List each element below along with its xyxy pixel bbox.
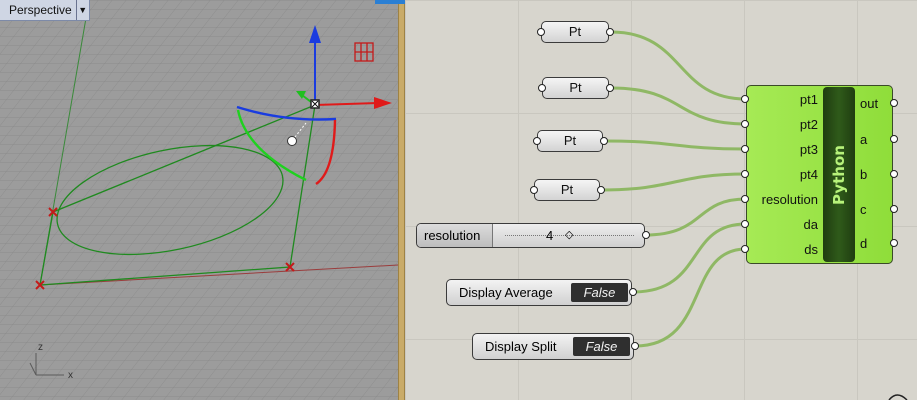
input-grip[interactable] [741,170,749,178]
toggle-value[interactable]: False [571,283,628,302]
rhino-viewport[interactable]: z x Perspective ▼ [0,0,398,400]
slider-value: 4 [546,228,554,243]
wire-pt2 [610,86,747,126]
toggle-label: Display Split [485,339,557,354]
output-param-d: d [860,236,868,251]
slider-name: resolution [417,224,493,247]
viewport-scene: z x [0,0,398,400]
pt-node-label: Pt [560,182,574,197]
input-grip[interactable] [741,220,749,228]
input-grip[interactable] [741,245,749,253]
output-grip[interactable] [890,170,898,178]
pt-node-4[interactable]: Pt [534,179,600,201]
input-param-pt3: pt3 [799,142,818,157]
wire-pt3 [604,139,747,151]
output-param-c: c [860,202,867,217]
input-grip[interactable] [741,95,749,103]
pt-node-label: Pt [563,133,577,148]
input-param-pt2: pt2 [799,117,818,132]
resolution-slider[interactable]: resolution 4 ◇ [416,223,645,248]
viewport-title-tab[interactable]: Perspective ▼ [0,0,90,21]
output-grip[interactable] [629,288,637,296]
output-param-a: a [860,132,868,147]
grasshopper-canvas[interactable]: Pt Pt Pt Pt resolution 4 ◇ Display Avera… [405,0,917,400]
input-param-resolution: resolution [761,192,818,207]
output-grip[interactable] [606,84,614,92]
input-grip[interactable] [537,28,545,36]
canvas-widget-icon [888,394,908,400]
output-param-out: out [860,96,879,111]
output-param-b: b [860,167,868,182]
viewport-title: Perspective [9,3,72,17]
toggle-label: Display Average [459,285,553,300]
panel-splitter[interactable] [398,0,405,400]
output-grip[interactable] [606,28,614,36]
input-param-pt1: pt1 [799,92,818,107]
output-grip[interactable] [890,205,898,213]
toggle-value[interactable]: False [573,337,630,356]
output-grip[interactable] [597,186,605,194]
input-grip[interactable] [741,145,749,153]
pt-node-label: Pt [568,24,582,39]
component-title-strip[interactable]: Python [823,87,855,262]
output-grip[interactable] [642,231,650,239]
scroll-marker [375,0,405,4]
pt-node-2[interactable]: Pt [542,77,609,99]
pt-node-1[interactable]: Pt [541,21,609,43]
input-grip[interactable] [533,137,541,145]
output-grip[interactable] [890,135,898,143]
input-grip[interactable] [741,195,749,203]
pt-node-3[interactable]: Pt [537,130,603,152]
python-component[interactable]: pt1 pt2 pt3 pt4 resolution da ds Python … [746,85,893,264]
output-grip[interactable] [890,239,898,247]
axis-label-x: x [68,370,73,381]
display-split-toggle[interactable]: Display Split False [472,333,634,360]
input-param-pt4: pt4 [799,167,818,182]
output-grip[interactable] [631,342,639,350]
input-grip[interactable] [538,84,546,92]
wire-resolution [644,197,747,237]
component-title: Python [830,144,848,205]
output-grip[interactable] [890,99,898,107]
output-grip[interactable] [600,137,608,145]
input-grip[interactable] [741,120,749,128]
slider-knob-icon[interactable]: ◇ [565,230,573,241]
chevron-down-icon[interactable]: ▼ [75,0,89,20]
input-param-ds: ds [804,242,818,257]
axis-label-z: z [38,342,43,353]
pt-node-label: Pt [569,80,582,95]
display-average-toggle[interactable]: Display Average False [446,279,632,306]
input-param-da: da [803,217,818,232]
wire-pt4 [600,172,747,192]
input-grip[interactable] [530,186,538,194]
